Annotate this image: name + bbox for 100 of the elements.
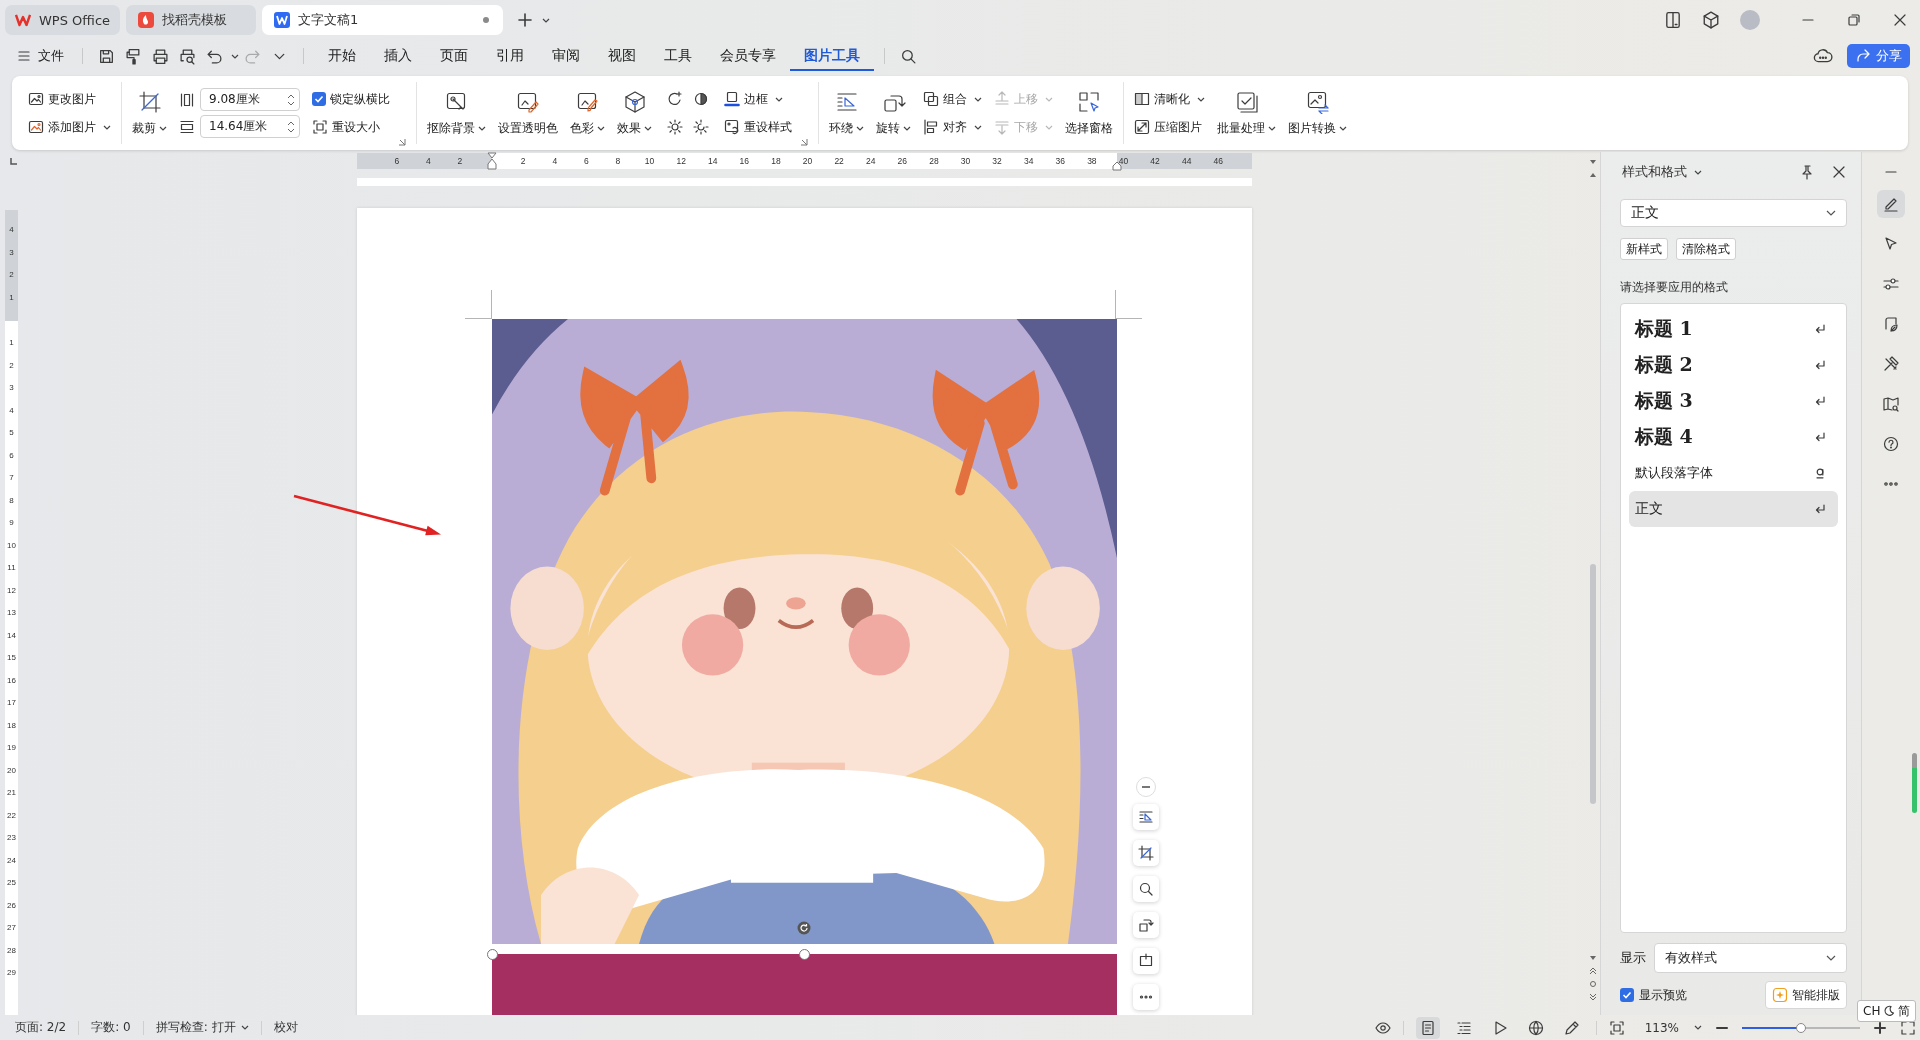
crop-button[interactable]: 裁剪 — [132, 86, 167, 140]
compress-button[interactable]: 压缩图片 — [1134, 115, 1205, 139]
ribbon-tab[interactable]: 引用 — [482, 41, 538, 71]
brush-icon[interactable] — [125, 47, 142, 65]
style-item[interactable]: 标题 2 — [1629, 347, 1838, 383]
share-button[interactable]: 分享 — [1847, 44, 1910, 68]
ribbon-tab[interactable]: 会员专享 — [706, 41, 790, 71]
effects-button[interactable]: 效果 — [617, 86, 652, 140]
sharpen-button[interactable]: 清晰化 — [1134, 87, 1205, 111]
document-tab[interactable]: 找稻壳模板 — [126, 5, 257, 35]
scrollbar-thumb[interactable] — [1912, 753, 1917, 813]
word-count[interactable]: 字数: 0 — [91, 1019, 131, 1036]
lock-ratio-checkbox[interactable]: 锁定纵横比 — [312, 87, 390, 111]
batch-button[interactable]: 批量处理 — [1217, 86, 1276, 140]
ribbon-tab[interactable]: 工具 — [650, 41, 706, 71]
save-icon[interactable] — [98, 47, 115, 65]
wrap-button[interactable]: 环绕 — [829, 86, 864, 140]
align-button[interactable]: 对齐 — [923, 115, 982, 139]
scrollbar-thumb[interactable] — [1590, 564, 1596, 804]
restore-icon[interactable] — [1846, 12, 1862, 28]
circle-icon[interactable] — [1589, 980, 1597, 988]
layout-options-button[interactable] — [1133, 804, 1159, 830]
indent-marker-icon[interactable] — [486, 152, 497, 170]
rotate-button[interactable]: 旋转 — [876, 86, 911, 140]
show-dropdown[interactable]: 有效样式 — [1654, 943, 1847, 973]
cartoon-girl-drawing[interactable] — [492, 319, 1117, 944]
print-preview-icon[interactable] — [179, 47, 196, 65]
ribbon-tab[interactable]: 图片工具 — [790, 41, 874, 71]
style-item[interactable]: 标题 1 — [1629, 311, 1838, 347]
crop-button[interactable] — [1133, 840, 1159, 866]
reset-style-button[interactable]: 重设样式 — [724, 115, 792, 139]
eye-icon[interactable] — [1374, 1019, 1391, 1036]
arrow-down-icon[interactable] — [1589, 954, 1597, 962]
rotate-button[interactable] — [1133, 912, 1159, 938]
spell-check-button[interactable]: 拼写检查: 打开 — [155, 1019, 249, 1036]
arrow-up-icon[interactable] — [1589, 171, 1597, 179]
style-item[interactable]: 标题 3 — [1629, 383, 1838, 419]
document-tab[interactable]: 文字文稿1 — [262, 5, 504, 35]
more-button[interactable] — [1133, 984, 1159, 1010]
set-transparent-button[interactable]: 设置透明色 — [498, 86, 558, 140]
style-item[interactable]: 标题 4 — [1629, 419, 1838, 455]
view-button[interactable] — [1415, 1016, 1440, 1039]
resize-handle[interactable] — [487, 949, 498, 960]
ribbon-tab[interactable]: 开始 — [314, 41, 370, 71]
remove-background-button[interactable]: 抠除背景 — [427, 86, 486, 140]
page-count[interactable]: 页面: 2/2 — [15, 1019, 67, 1036]
input-method-indicator[interactable]: CH 简 — [1857, 1000, 1917, 1022]
ribbon-tab[interactable]: 审阅 — [538, 41, 594, 71]
smart-layout-button[interactable]: 智能排版 — [1765, 981, 1847, 1009]
frame-button[interactable] — [1133, 948, 1159, 974]
file-menu[interactable]: 文件 — [12, 47, 72, 65]
add-picture-button[interactable]: 添加图片 — [28, 115, 111, 139]
change-picture-button[interactable]: 更改图片 — [28, 87, 111, 111]
plus-icon[interactable] — [517, 12, 534, 28]
ribbon-tab[interactable]: 视图 — [594, 41, 650, 71]
sidebar-tool-button[interactable] — [1877, 190, 1905, 218]
collapse-icon[interactable] — [1136, 777, 1156, 797]
zoom-button[interactable] — [1133, 876, 1159, 902]
border-button[interactable]: 边框 — [724, 87, 792, 111]
check-square-icon — [1234, 89, 1259, 114]
launcher-icon[interactable] — [398, 138, 406, 146]
clear-format-button[interactable]: 清除格式 — [1676, 238, 1736, 260]
slider-thumb[interactable] — [1796, 1022, 1806, 1033]
proofread-button[interactable]: 校对 — [273, 1019, 298, 1036]
ribbon-tab[interactable]: 页面 — [426, 41, 482, 71]
show-preview-checkbox[interactable]: 显示预览 — [1620, 986, 1687, 1004]
close-icon[interactable] — [1831, 164, 1847, 180]
caret-icon[interactable] — [1589, 158, 1597, 166]
fullscreen-icon[interactable] — [1900, 1019, 1916, 1036]
panel-title[interactable]: 样式和格式 — [1620, 163, 1687, 181]
style-item[interactable]: 正文 — [1629, 491, 1838, 527]
zoom-level[interactable]: 113% — [1644, 1020, 1679, 1035]
plus-icon[interactable] — [1872, 1019, 1888, 1036]
tablet-icon[interactable] — [1664, 11, 1682, 29]
height-field[interactable]: 14.64厘米 — [200, 115, 300, 138]
double-up-icon[interactable] — [1589, 967, 1597, 975]
search-icon[interactable] — [900, 47, 917, 65]
rotate-handle-icon[interactable] — [797, 921, 811, 935]
cube-icon[interactable] — [1702, 11, 1720, 29]
document-tab[interactable]: WPS Office — [5, 5, 121, 35]
launcher-icon[interactable] — [800, 138, 808, 146]
new-style-button[interactable]: 新样式 — [1620, 238, 1668, 260]
tab-stop-icon[interactable] — [9, 158, 17, 166]
print-icon[interactable] — [152, 47, 169, 65]
width-field[interactable]: 9.08厘米 — [200, 88, 300, 111]
selection-pane-button[interactable]: 选择窗格 — [1065, 86, 1113, 140]
group-button[interactable]: 组合 — [923, 87, 982, 111]
style-item[interactable]: 默认段落字体 — [1629, 455, 1838, 491]
close-icon[interactable] — [1892, 12, 1908, 28]
double-down-icon[interactable] — [1589, 993, 1597, 1001]
color-button[interactable]: 色彩 — [570, 86, 605, 140]
ruler-number: 30 — [959, 156, 972, 166]
ribbon-tab[interactable]: 插入 — [370, 41, 426, 71]
cloud-icon[interactable] — [1813, 47, 1833, 65]
convert-button[interactable]: 图片转换 — [1288, 86, 1347, 140]
reset-size-button[interactable]: 重设大小 — [312, 115, 390, 139]
fit-frame-icon[interactable] — [1608, 1019, 1625, 1036]
resize-handle[interactable] — [799, 949, 810, 960]
zoom-slider[interactable] — [1742, 1022, 1860, 1033]
style-dropdown[interactable]: 正文 — [1620, 199, 1847, 227]
